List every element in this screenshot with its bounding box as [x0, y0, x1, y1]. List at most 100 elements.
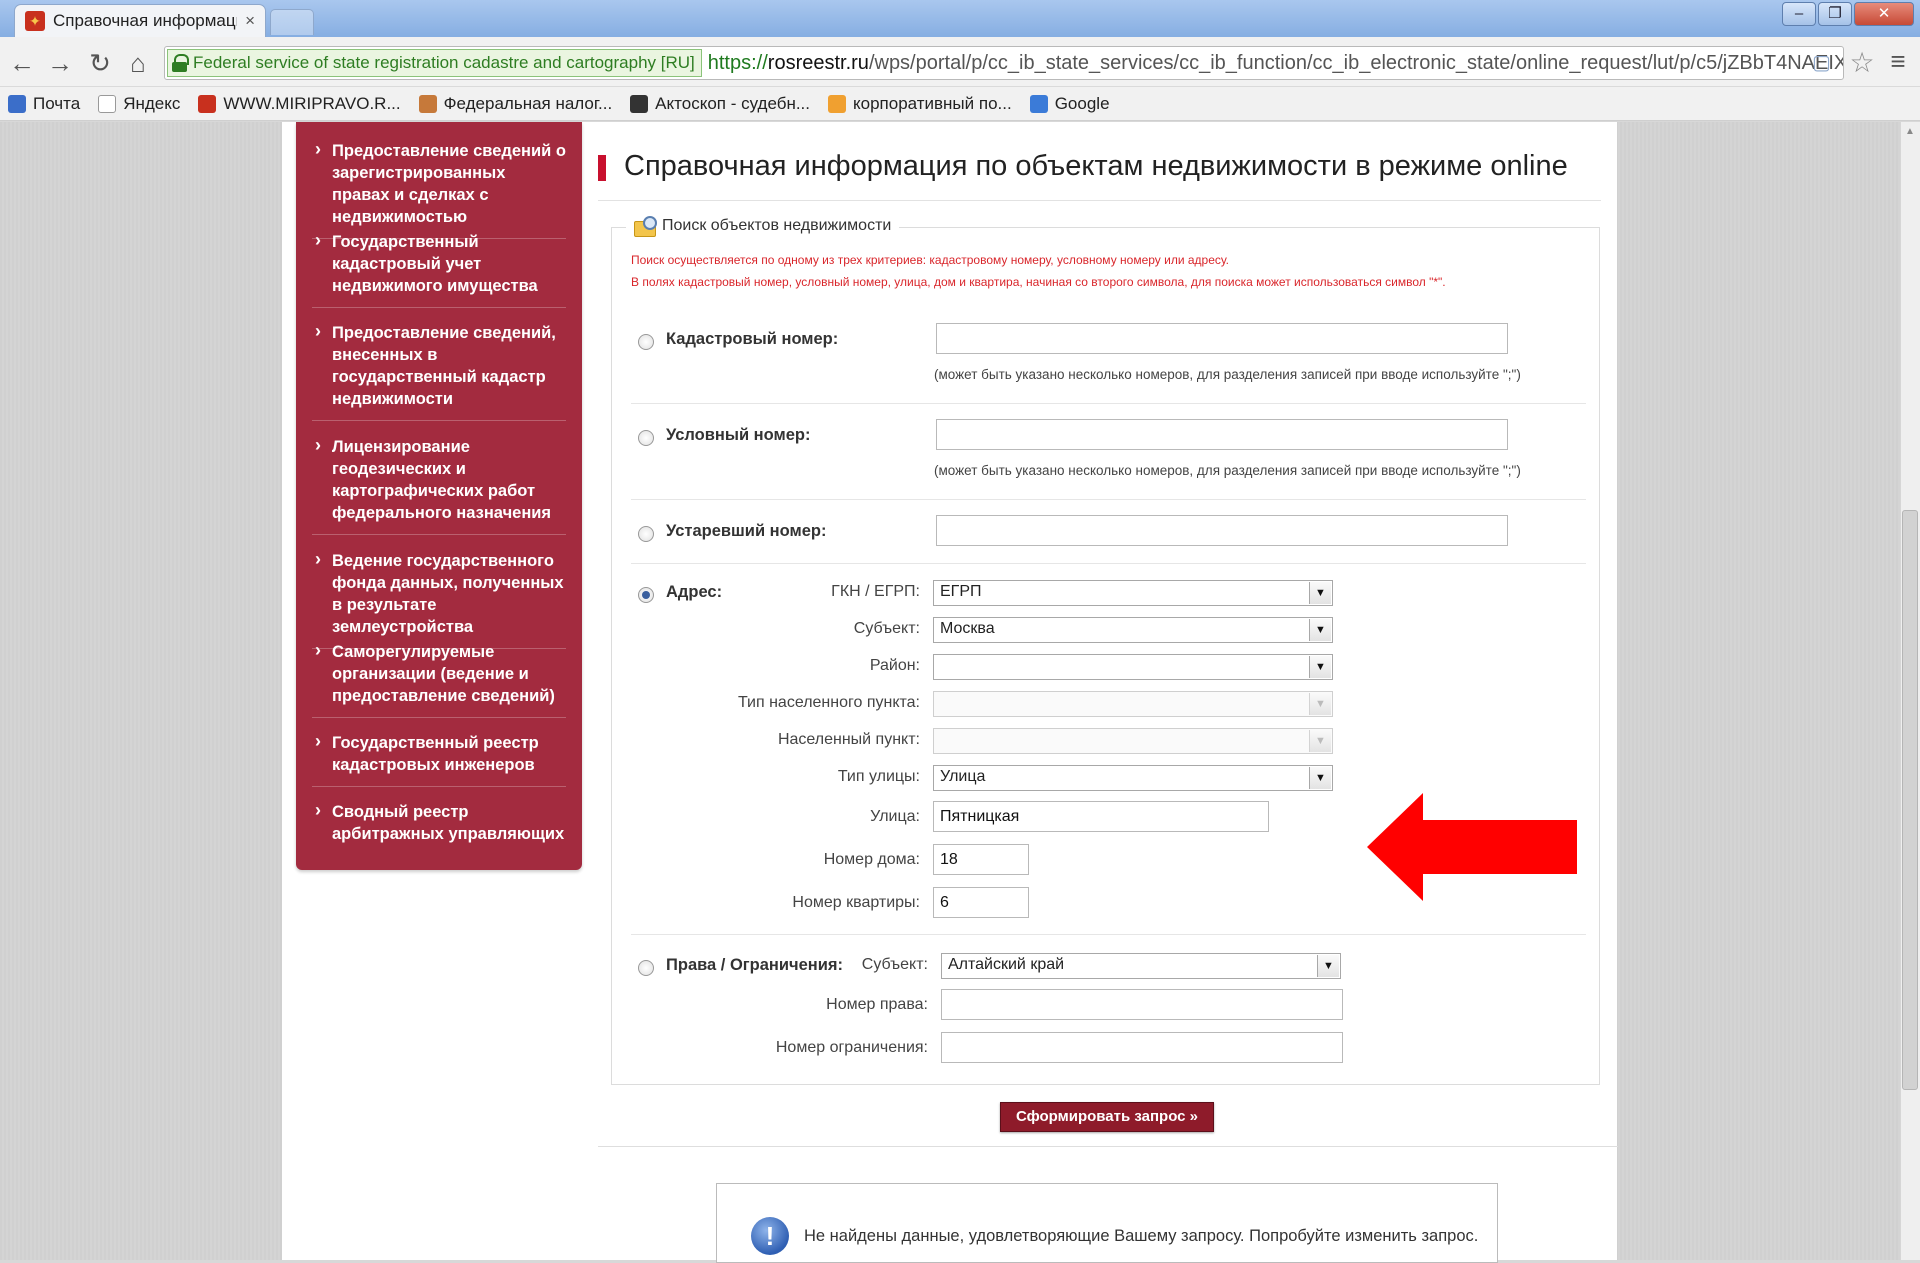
conditional-hint: (может быть указано несколько номеров, д…	[934, 463, 1521, 478]
radio-cadastral[interactable]	[638, 334, 654, 350]
chevron-down-icon[interactable]: ▼	[1317, 955, 1339, 977]
apartment-number-input[interactable]	[933, 887, 1029, 918]
sidebar-item-6[interactable]: Саморегулируемые организации (ведение и …	[312, 639, 566, 718]
bookmark-item-6[interactable]: корпоративный по...	[828, 94, 1012, 114]
sidebar-menu: Предоставление сведений о зарегистрирова…	[296, 122, 582, 870]
menu-icon[interactable]: ≡	[1882, 46, 1914, 78]
rights-subject-label: Субъект:	[861, 956, 928, 973]
subject-label: Субъект:	[853, 620, 920, 637]
home-icon[interactable]: ⌂	[122, 48, 154, 78]
search-note-1: Поиск осуществляется по одному из трех к…	[631, 253, 1230, 267]
search-legend: Поиск объектов недвижимости	[626, 216, 900, 237]
obsolete-label: Устаревший номер:	[666, 522, 827, 540]
gkn-egrp-label: ГКН / ЕГРП:	[831, 583, 920, 600]
scroll-up-arrow-icon[interactable]: ▲	[1902, 126, 1918, 142]
tab-close-icon[interactable]: ×	[245, 11, 255, 31]
ev-certificate-badge[interactable]: Federal service of state registration ca…	[167, 49, 702, 77]
page-action-icon[interactable]: ▢	[1812, 50, 1836, 76]
divider	[598, 1146, 1618, 1147]
bookmark-item-5[interactable]: Актоскоп - судебн...	[630, 94, 810, 114]
maximize-button[interactable]: ❐	[1818, 2, 1852, 26]
cert-label: Federal service of state registration ca…	[193, 53, 695, 72]
sidebar-item-5[interactable]: Ведение государственного фонда данных, п…	[312, 548, 566, 649]
sidebar-item-4[interactable]: Лицензирование геодезических и картограф…	[312, 434, 566, 535]
tab-title: Справочная информаци	[53, 11, 238, 30]
bookmark-item-4[interactable]: Федеральная налог...	[418, 94, 612, 114]
url-domain: rosreestr.ru	[767, 51, 869, 74]
gkn-egrp-select[interactable]: ЕГРП ▼	[933, 580, 1333, 606]
bookmark-star-icon[interactable]: ☆	[1846, 46, 1878, 78]
settlement-label: Населенный пункт:	[777, 731, 920, 748]
house-number-input[interactable]	[933, 844, 1029, 875]
chevron-down-icon[interactable]: ▼	[1309, 619, 1331, 641]
street-type-label: Тип улицы:	[837, 768, 920, 785]
restriction-number-input[interactable]	[941, 1032, 1343, 1063]
close-window-button[interactable]: ✕	[1854, 2, 1914, 26]
chevron-down-icon[interactable]: ▼	[1309, 730, 1331, 752]
submit-request-button[interactable]: Сформировать запрос »	[1000, 1102, 1214, 1132]
google-icon	[1029, 94, 1048, 113]
bookmark-label: Почта	[33, 93, 81, 113]
divider	[631, 563, 1586, 564]
bookmarks-bar: Почта Яндекс WWW.MIRIPRAVO.R... Федеральная…	[0, 87, 1920, 121]
settlement-type-select[interactable]: ▼	[933, 691, 1333, 717]
subject-select[interactable]: Москва ▼	[933, 617, 1333, 643]
browser-tab[interactable]: ✦ Справочная информаци ×	[14, 4, 266, 37]
page-title: Справочная информация по объектам недвиж…	[624, 150, 1568, 182]
rights-label: Права / Ограничения:	[666, 956, 844, 974]
bookmark-item-7[interactable]: Google	[1029, 93, 1110, 114]
new-tab-button[interactable]	[270, 9, 314, 35]
red-arrow-annotation-icon	[1367, 793, 1577, 901]
window-title	[700, 8, 1260, 28]
sidebar-item-3[interactable]: Предоставление сведений, внесенных в гос…	[312, 320, 566, 421]
radio-rights[interactable]	[638, 960, 654, 976]
address-bar[interactable]: Federal service of state registration ca…	[164, 46, 1844, 80]
info-exclamation-icon: !	[751, 1217, 789, 1255]
sidebar-item-7[interactable]: Государственный реестр кадастровых инжен…	[312, 730, 566, 787]
bookmark-label: Актоскоп - судебн...	[655, 93, 810, 113]
sidebar-item-8[interactable]: Сводный реестр арбитражных управляющих	[312, 799, 566, 855]
url-path: /wps/portal/p/cc_ib_state_services/cc_ib…	[868, 51, 1843, 74]
district-label: Район:	[869, 657, 920, 674]
conditional-label: Условный номер:	[666, 426, 811, 444]
minimize-button[interactable]: –	[1782, 2, 1816, 26]
sidebar-item-2[interactable]: Государственный кадастровый учет недвижи…	[312, 229, 566, 308]
sidebar-item-1[interactable]: Предоставление сведений о зарегистрирова…	[312, 138, 566, 239]
settlement-type-label: Тип населенного пункта:	[737, 694, 920, 711]
bookmark-item-1[interactable]: Почта	[8, 94, 80, 114]
search-note-2: В полях кадастровый номер, условный номе…	[631, 275, 1446, 289]
legend-text: Поиск объектов недвижимости	[662, 217, 892, 234]
bookmark-label: Google	[1054, 93, 1110, 113]
obsolete-number-input[interactable]	[936, 515, 1508, 546]
chevron-down-icon[interactable]: ▼	[1309, 693, 1331, 715]
bookmark-item-3[interactable]: WWW.MIRIPRAVO.R...	[198, 94, 401, 114]
settlement-select[interactable]: ▼	[933, 728, 1333, 754]
bookmark-item-2[interactable]: Яндекс	[98, 94, 180, 114]
district-select[interactable]: ▼	[933, 654, 1333, 680]
restriction-number-label: Номер ограничения:	[775, 1039, 928, 1056]
forward-arrow-icon[interactable]: →	[44, 48, 76, 78]
back-arrow-icon[interactable]: ←	[6, 48, 38, 78]
radio-address[interactable]	[638, 587, 654, 603]
conditional-number-input[interactable]	[936, 419, 1508, 450]
chevron-down-icon[interactable]: ▼	[1309, 767, 1331, 789]
rights-subject-select[interactable]: Алтайский край ▼	[941, 953, 1341, 979]
reload-icon[interactable]: ↻	[84, 48, 116, 78]
radio-conditional[interactable]	[638, 430, 654, 446]
chevron-down-icon[interactable]: ▼	[1309, 582, 1331, 604]
rosreestr-favicon-icon: ✦	[25, 11, 45, 31]
no-results-message: Не найдены данные, удовлетворяющие Вашем…	[804, 1227, 1479, 1245]
page-icon	[98, 94, 117, 113]
chevron-down-icon[interactable]: ▼	[1309, 656, 1331, 678]
bookmark-label: Яндекс	[123, 93, 181, 113]
street-label: Улица:	[870, 808, 920, 825]
street-input[interactable]	[933, 801, 1269, 832]
radio-obsolete[interactable]	[638, 526, 654, 542]
url-text: https://rosreestr.ru/wps/portal/p/cc_ib_…	[708, 52, 1843, 75]
right-number-input[interactable]	[941, 989, 1343, 1020]
divider	[631, 499, 1586, 500]
street-type-select[interactable]: Улица ▼	[933, 765, 1333, 791]
cadastral-number-input[interactable]	[936, 323, 1508, 354]
scrollbar-thumb[interactable]	[1902, 510, 1918, 1090]
scales-icon	[198, 94, 217, 113]
